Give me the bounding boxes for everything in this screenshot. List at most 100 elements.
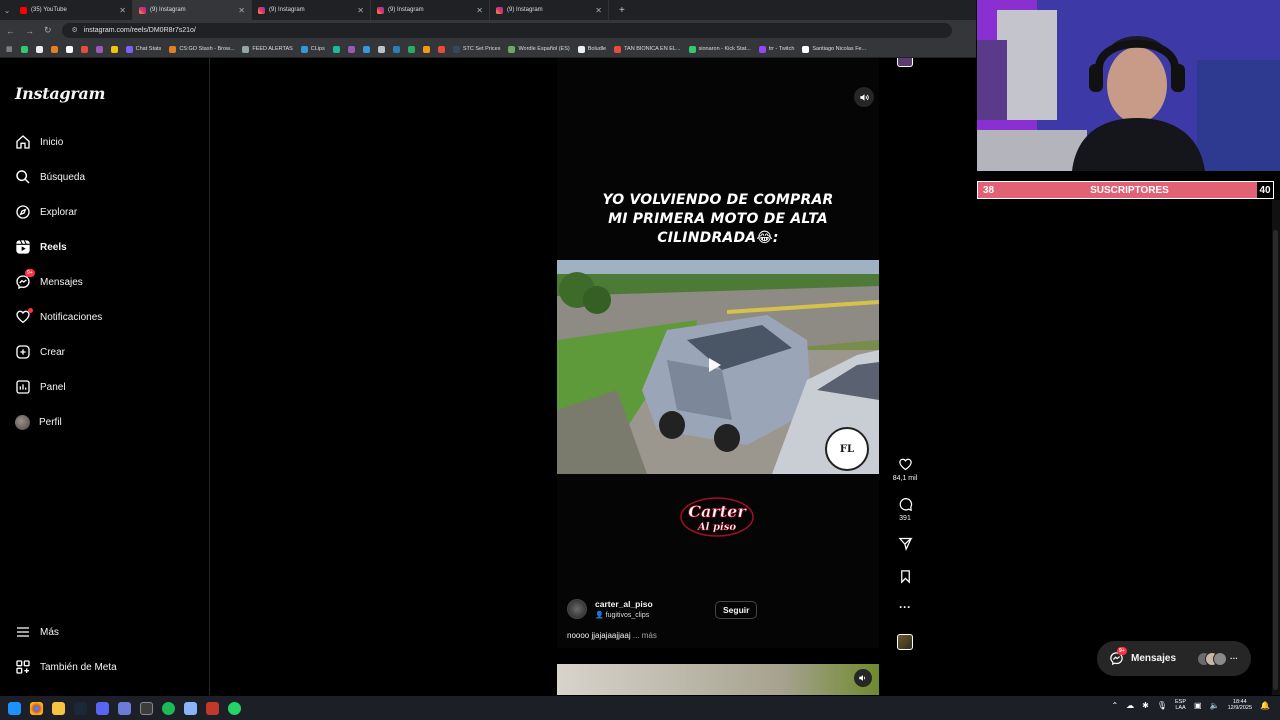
bookmark-item[interactable]: TAN BIONICA EN EL... <box>614 45 681 53</box>
scrollbar-thumb[interactable] <box>1273 230 1278 690</box>
wifi-icon[interactable]: ▣ <box>1194 701 1202 710</box>
bookmark-item[interactable] <box>95 45 103 53</box>
spotify-icon[interactable] <box>162 701 175 715</box>
nav-panel[interactable]: Panel <box>15 378 66 396</box>
comment-button[interactable]: 391 <box>889 497 921 522</box>
bookmark-item[interactable]: Chat Stats <box>125 45 161 53</box>
author-avatar[interactable] <box>567 599 587 619</box>
reel-video-frame[interactable]: FL <box>557 260 879 474</box>
reel-caption[interactable]: noooo jjajajaajjaaj ... más <box>567 631 657 640</box>
new-tab-button[interactable]: + <box>619 5 625 16</box>
follow-button[interactable]: Seguir <box>715 601 758 619</box>
app-icon[interactable] <box>118 701 131 715</box>
bookmark-item[interactable]: Boludle <box>577 45 606 53</box>
clock[interactable]: 18:44 12/9/2025 <box>1228 699 1252 711</box>
messages-pill[interactable]: 9+ Mensajes ··· <box>1097 641 1251 676</box>
bookmark-item[interactable]: Wordle Español (ES) <box>508 45 570 53</box>
language-indicator[interactable]: ESP LAA <box>1175 699 1186 711</box>
reload-icon[interactable]: ↻ <box>44 25 52 36</box>
chevron-up-icon[interactable]: ⌃ <box>1111 701 1118 710</box>
back-arrow-icon[interactable]: ← <box>6 26 15 36</box>
collab-username[interactable]: 👤 fugitivos_clips <box>595 611 653 619</box>
network-icon[interactable]: ☁ <box>1126 701 1134 710</box>
browser-tab[interactable]: (35) YouTube ✕ <box>14 0 133 20</box>
browser-tab[interactable]: (9) Instagram ✕ <box>252 0 371 20</box>
bookmark-item[interactable] <box>362 45 370 53</box>
nav-profile[interactable]: Perfil <box>15 413 62 431</box>
like-button[interactable]: 84,1 mil <box>889 457 921 482</box>
nav-messages[interactable]: 9+ Mensajes <box>15 269 83 291</box>
close-tab-icon[interactable]: ✕ <box>357 6 364 15</box>
obs-icon[interactable] <box>140 701 153 715</box>
close-tab-icon[interactable]: ✕ <box>595 6 602 15</box>
sound-toggle-button[interactable] <box>854 87 874 107</box>
instagram-logo[interactable]: Instagram <box>15 84 105 103</box>
reel-author[interactable]: carter_al_piso 👤 fugitivos_clips <box>567 599 653 619</box>
bluetooth-icon[interactable]: ✱ <box>1142 701 1149 710</box>
nav-create[interactable]: Crear <box>15 343 65 361</box>
bookmark-item[interactable] <box>20 45 28 53</box>
share-button[interactable] <box>889 536 921 554</box>
bookmark-item[interactable] <box>437 45 445 53</box>
apps-grid-icon[interactable]: ▦ <box>6 45 13 53</box>
forward-arrow-icon[interactable]: → <box>25 26 34 36</box>
nav-search[interactable]: Búsqueda <box>15 168 85 186</box>
browser-tab-active[interactable]: (9) Instagram ✕ <box>133 0 252 20</box>
close-tab-icon[interactable]: ✕ <box>238 6 245 15</box>
windows-start-icon[interactable] <box>8 701 21 715</box>
bookmark-item[interactable] <box>50 45 58 53</box>
file-explorer-icon[interactable] <box>52 701 65 715</box>
chrome-icon[interactable] <box>30 701 43 715</box>
bookmark-item[interactable] <box>332 45 340 53</box>
nav-home[interactable]: Inicio <box>15 133 63 151</box>
bookmark-item[interactable] <box>392 45 400 53</box>
save-button[interactable] <box>889 569 921 587</box>
bookmark-item[interactable]: FEED ALERTAS <box>242 45 293 53</box>
browser-tab[interactable]: (9) Instagram ✕ <box>371 0 490 20</box>
controller-icon[interactable] <box>184 701 197 715</box>
author-username[interactable]: carter_al_piso <box>595 599 653 609</box>
next-sound-toggle[interactable] <box>854 669 872 687</box>
bookmark-item[interactable] <box>407 45 415 53</box>
streaming-app-icon[interactable] <box>206 701 219 715</box>
close-tab-icon[interactable]: ✕ <box>476 6 483 15</box>
bookmark-item[interactable]: Santiago Nicolas Fe... <box>802 45 866 53</box>
mic-icon[interactable]: 🎙 <box>1157 701 1167 710</box>
nav-explore[interactable]: Explorar <box>15 203 77 221</box>
bookmark-item[interactable]: CS:GO Stash - Brow... <box>169 45 234 53</box>
more-options-button[interactable]: ··· <box>889 600 921 614</box>
play-icon[interactable] <box>709 358 721 372</box>
nav-also-from-meta[interactable]: También de Meta <box>15 658 117 676</box>
browser-tab[interactable]: (9) Instagram ✕ <box>490 0 609 20</box>
bookmark-item[interactable] <box>422 45 430 53</box>
reel-player[interactable]: YO VOLVIENDO DE COMPRAR MI PRIMERA MOTO … <box>557 58 879 695</box>
discord-icon[interactable] <box>96 701 109 715</box>
bookmark-item[interactable] <box>80 45 88 53</box>
bookmark-item[interactable]: sionaron - Kick Stat... <box>688 45 751 53</box>
site-info-icon[interactable]: ⚙ <box>72 27 78 34</box>
close-tab-icon[interactable]: ✕ <box>119 6 126 15</box>
bookmark-favicon-icon <box>614 45 622 53</box>
bookmark-item[interactable]: STC Set Prices <box>452 45 500 53</box>
notification-dot <box>28 308 33 313</box>
nav-notifications[interactable]: Notificaciones <box>15 308 102 326</box>
audio-track-thumb[interactable] <box>897 634 913 650</box>
previous-reel-audio-thumb[interactable] <box>897 58 913 67</box>
bookmark-item[interactable]: CLips <box>300 45 325 53</box>
next-reel-preview[interactable] <box>557 664 879 695</box>
whatsapp-icon[interactable] <box>228 701 241 715</box>
bookmark-item[interactable] <box>65 45 73 53</box>
bookmark-item[interactable] <box>347 45 355 53</box>
tab-search-icon[interactable]: ⌄ <box>0 6 14 15</box>
bookmark-item[interactable] <box>110 45 118 53</box>
bookmark-item[interactable] <box>35 45 43 53</box>
bookmark-item[interactable] <box>377 45 385 53</box>
nav-more[interactable]: Más <box>15 623 59 641</box>
bookmark-item[interactable]: trr - Twitch <box>758 45 794 53</box>
nav-reels[interactable]: Reels <box>15 238 67 256</box>
notifications-icon[interactable]: 🔔 <box>1260 701 1270 710</box>
speaker-icon[interactable]: 🔈 <box>1210 701 1220 710</box>
steam-icon[interactable] <box>74 701 87 715</box>
caption-more-link[interactable]: ... más <box>633 631 657 640</box>
url-input[interactable]: ⚙ instagram.com/reels/DM0R8r7s21o/ <box>61 23 952 38</box>
